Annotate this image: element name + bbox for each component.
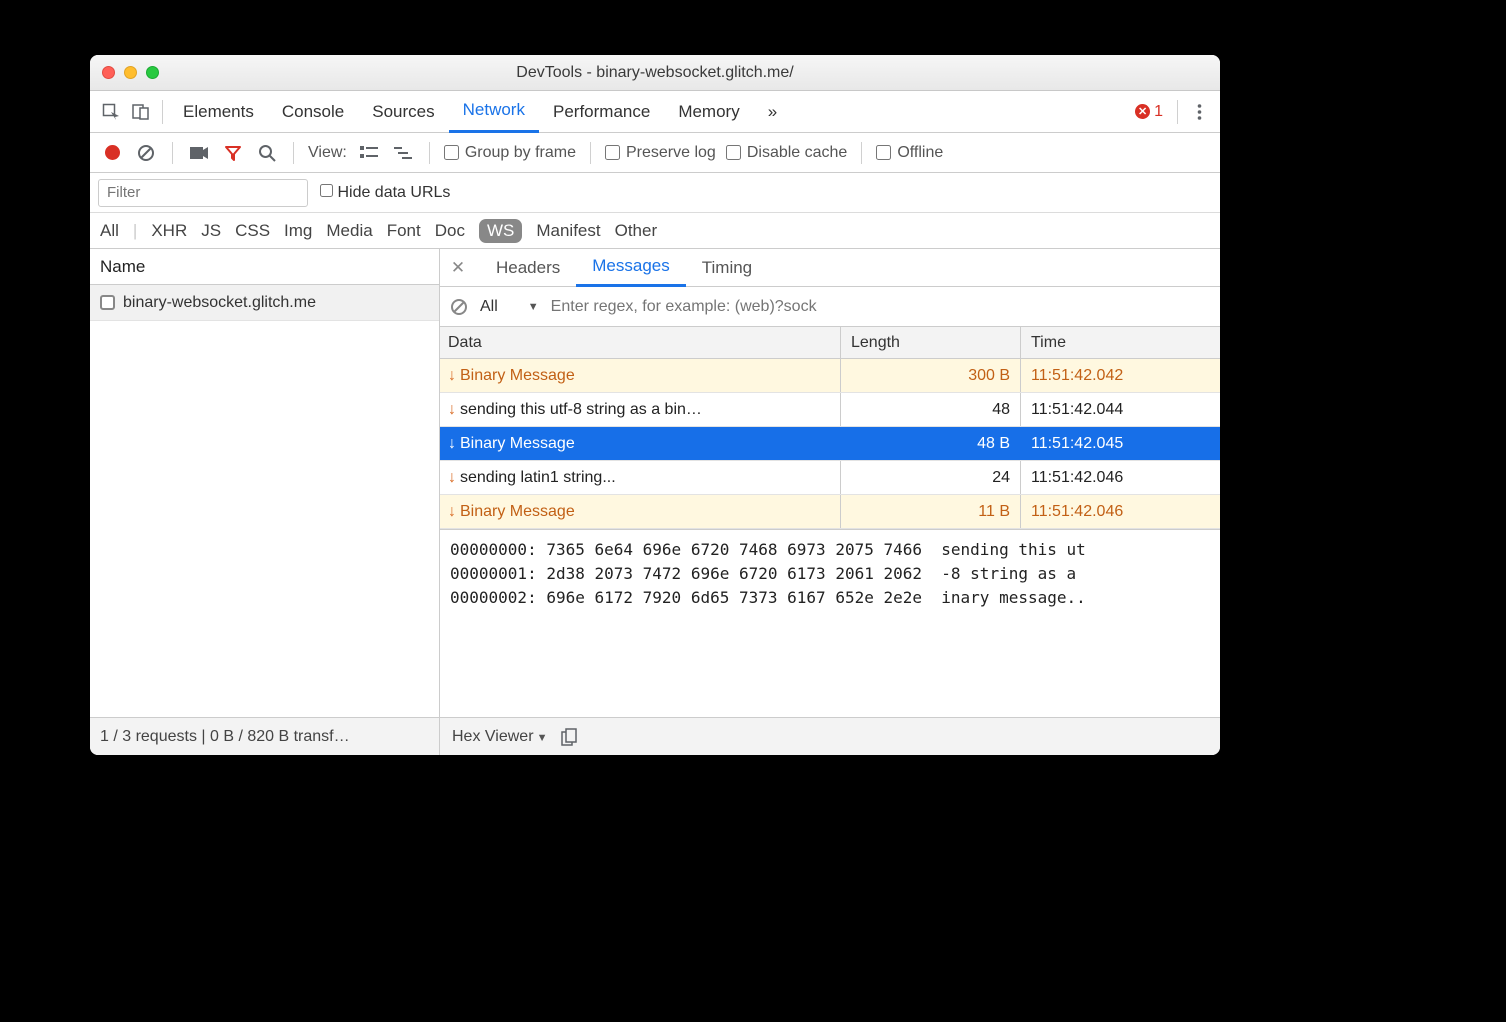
camera-icon[interactable] <box>187 141 211 165</box>
window-title: DevTools - binary-websocket.glitch.me/ <box>90 64 1220 82</box>
message-row[interactable]: ↓Binary Message 11 B 11:51:42.046 <box>440 495 1220 529</box>
error-icon: ✕ <box>1135 104 1150 119</box>
col-time-header[interactable]: Time <box>1020 327 1220 358</box>
message-row-selected[interactable]: ↓Binary Message 48 B 11:51:42.045 <box>440 427 1220 461</box>
request-row[interactable]: binary-websocket.glitch.me <box>90 285 439 321</box>
col-data-header[interactable]: Data <box>440 327 840 358</box>
devtools-tabs: Elements Console Sources Network Perform… <box>90 91 1220 133</box>
message-type-select[interactable]: All▼ <box>480 298 539 316</box>
record-button[interactable] <box>100 141 124 165</box>
tab-memory[interactable]: Memory <box>664 91 753 133</box>
message-row[interactable]: ↓Binary Message 300 B 11:51:42.042 <box>440 359 1220 393</box>
preserve-log-checkbox[interactable]: Preserve log <box>605 144 716 162</box>
requests-name-header[interactable]: Name <box>90 249 439 285</box>
message-row[interactable]: ↓sending latin1 string... 24 11:51:42.04… <box>440 461 1220 495</box>
tab-console[interactable]: Console <box>268 91 358 133</box>
type-manifest[interactable]: Manifest <box>536 221 600 241</box>
filter-icon[interactable] <box>221 141 245 165</box>
devtools-window: DevTools - binary-websocket.glitch.me/ E… <box>90 55 1220 755</box>
network-split: Name binary-websocket.glitch.me ✕ Header… <box>90 249 1220 717</box>
arrow-down-icon: ↓ <box>448 367 456 385</box>
waterfall-icon[interactable] <box>391 141 415 165</box>
type-font[interactable]: Font <box>387 221 421 241</box>
subtab-messages[interactable]: Messages <box>576 249 685 287</box>
type-css[interactable]: CSS <box>235 221 270 241</box>
type-doc[interactable]: Doc <box>435 221 465 241</box>
window-controls <box>102 66 159 79</box>
type-img[interactable]: Img <box>284 221 312 241</box>
arrow-down-icon: ↓ <box>448 469 456 487</box>
hex-viewer-select[interactable]: Hex Viewer <box>452 728 547 746</box>
group-by-frame-checkbox[interactable]: Group by frame <box>444 144 576 162</box>
detail-tabs: ✕ Headers Messages Timing <box>440 249 1220 287</box>
minimize-window-button[interactable] <box>124 66 137 79</box>
type-ws[interactable]: WS <box>479 219 522 243</box>
device-toolbar-icon[interactable] <box>126 97 156 127</box>
close-window-button[interactable] <box>102 66 115 79</box>
disable-cache-checkbox[interactable]: Disable cache <box>726 144 848 162</box>
arrow-down-icon: ↓ <box>448 401 456 419</box>
error-count: 1 <box>1154 103 1163 121</box>
request-detail: ✕ Headers Messages Timing All▼ Data Leng… <box>440 249 1220 717</box>
network-toolbar: View: Group by frame Preserve log Disabl… <box>90 133 1220 173</box>
tab-elements[interactable]: Elements <box>169 91 268 133</box>
type-other[interactable]: Other <box>615 221 658 241</box>
tab-more[interactable]: » <box>754 91 791 133</box>
kebab-menu-icon[interactable] <box>1184 97 1214 127</box>
type-xhr[interactable]: XHR <box>151 221 187 241</box>
search-icon[interactable] <box>255 141 279 165</box>
view-label: View: <box>308 144 347 162</box>
messages-table: ↓Binary Message 300 B 11:51:42.042 ↓send… <box>440 359 1220 529</box>
clear-icon[interactable] <box>134 141 158 165</box>
subtab-timing[interactable]: Timing <box>686 249 768 287</box>
requests-column: Name binary-websocket.glitch.me <box>90 249 440 717</box>
request-name: binary-websocket.glitch.me <box>123 294 316 312</box>
filter-input[interactable] <box>98 179 308 207</box>
type-all[interactable]: All <box>100 221 119 241</box>
messages-filter-bar: All▼ <box>440 287 1220 327</box>
zoom-window-button[interactable] <box>146 66 159 79</box>
filter-row: Hide data URLs <box>90 173 1220 213</box>
col-length-header[interactable]: Length <box>840 327 1020 358</box>
arrow-down-icon: ↓ <box>448 503 456 521</box>
status-requests: 1 / 3 requests | 0 B / 820 B transf… <box>90 718 440 755</box>
websocket-icon <box>100 295 115 310</box>
tab-sources[interactable]: Sources <box>358 91 448 133</box>
tab-network[interactable]: Network <box>449 91 539 133</box>
inspect-element-icon[interactable] <box>96 97 126 127</box>
arrow-down-icon: ↓ <box>448 435 456 453</box>
message-regex-input[interactable] <box>551 298 1210 316</box>
hex-viewer[interactable]: 00000000: 7365 6e64 696e 6720 7468 6973 … <box>440 529 1220 717</box>
close-detail-icon[interactable]: ✕ <box>446 258 470 278</box>
offline-checkbox[interactable]: Offline <box>876 144 943 162</box>
statusbar: 1 / 3 requests | 0 B / 820 B transf… Hex… <box>90 717 1220 755</box>
type-media[interactable]: Media <box>326 221 372 241</box>
type-js[interactable]: JS <box>201 221 221 241</box>
large-rows-icon[interactable] <box>357 141 381 165</box>
titlebar: DevTools - binary-websocket.glitch.me/ <box>90 55 1220 91</box>
requests-list: binary-websocket.glitch.me <box>90 285 439 717</box>
hide-data-urls-checkbox[interactable]: Hide data URLs <box>320 184 450 202</box>
type-filter-row: All | XHR JS CSS Img Media Font Doc WS M… <box>90 213 1220 249</box>
tab-performance[interactable]: Performance <box>539 91 664 133</box>
clear-messages-icon[interactable] <box>450 298 468 316</box>
error-badge[interactable]: ✕ 1 <box>1135 103 1163 121</box>
message-row[interactable]: ↓sending this utf-8 string as a bin… 48 … <box>440 393 1220 427</box>
subtab-headers[interactable]: Headers <box>480 249 576 287</box>
messages-table-header: Data Length Time <box>440 327 1220 359</box>
copy-icon[interactable] <box>561 728 577 746</box>
